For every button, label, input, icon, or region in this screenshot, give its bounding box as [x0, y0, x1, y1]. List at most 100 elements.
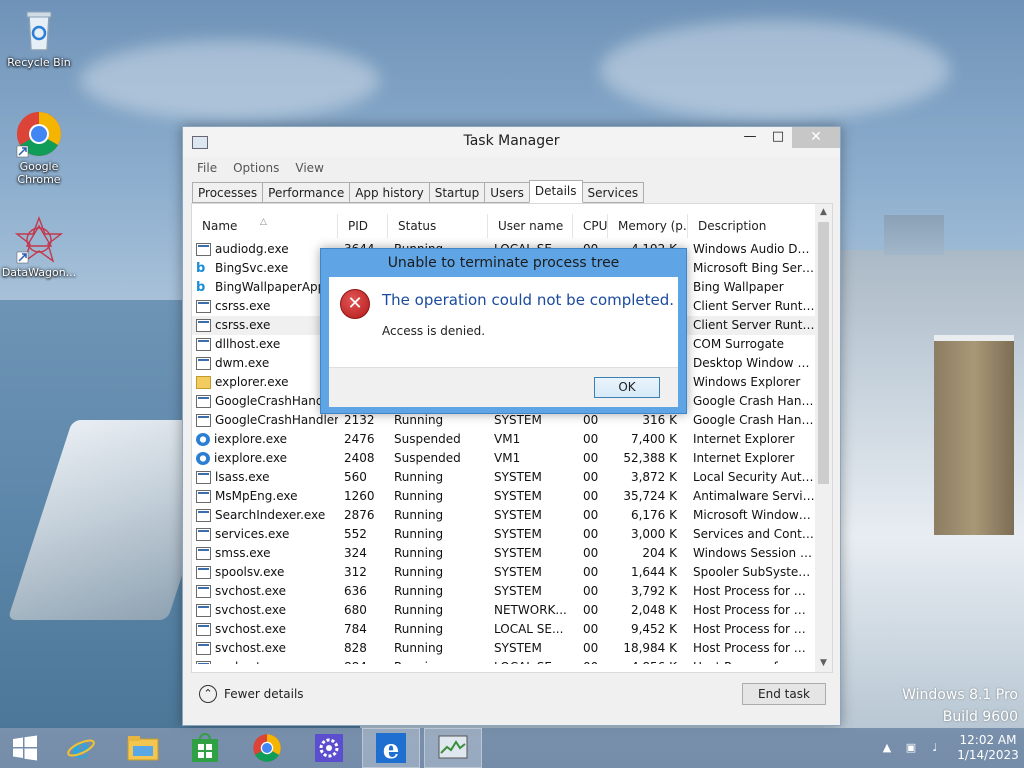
user-cell: VM1: [494, 451, 521, 465]
table-row[interactable]: lsass.exe 560 Running SYSTEM 00 3,872 K Local …: [192, 468, 818, 487]
table-row[interactable]: svchost.exe 680 Running NETWORK... 00 2,048 K…: [192, 601, 818, 620]
column-header-memory[interactable]: Memory (p...: [608, 214, 688, 238]
process-name-cell: services.exe: [192, 525, 338, 544]
table-row[interactable]: MsMpEng.exe 1260 Running SYSTEM 00 35,724 K An…: [192, 487, 818, 506]
ok-button[interactable]: OK: [594, 377, 660, 398]
taskbar: e e ▲ ▣ ♩ 12:02 AM 1/14/2023: [0, 728, 1024, 768]
tab-strip: Processes Performance App history Startu…: [192, 180, 645, 203]
windows-watermark: Windows 8.1 Pro Build 9600: [902, 684, 1018, 728]
end-task-button[interactable]: End task: [742, 683, 826, 705]
description-cell: Host Process for Wi...: [683, 658, 815, 664]
vertical-scrollbar[interactable]: ▲ ▼: [815, 204, 832, 672]
table-row[interactable]: svchost.exe 884RunningLOCAL SE...004,856 …: [192, 658, 818, 664]
process-generic-icon: [196, 490, 211, 503]
tab-startup[interactable]: Startup: [428, 182, 486, 203]
pid-cell: 636: [344, 584, 367, 598]
table-row[interactable]: svchost.exe 784 Running LOCAL SE... 00 9,452 …: [192, 620, 818, 639]
user-cell: SYSTEM: [494, 584, 542, 598]
description-cell: Microsoft Bing Servi...: [693, 261, 815, 275]
process-generic-icon: [196, 414, 211, 427]
process-generic-icon: [196, 623, 211, 636]
pid-cell: 312: [344, 565, 367, 579]
description-cell: Local Security Auth...: [693, 470, 815, 484]
column-header-description[interactable]: Description: [688, 214, 820, 238]
title-bar[interactable]: Task Manager — □ ✕: [183, 127, 840, 157]
menu-file[interactable]: File: [197, 161, 217, 175]
fewer-details-button[interactable]: ⌃ Fewer details: [199, 685, 304, 703]
table-row[interactable]: services.exe 552 Running SYSTEM 00 3,000 K Ser…: [192, 525, 818, 544]
watermark-build: Build 9600: [942, 709, 1018, 725]
pid-cell: 552: [344, 527, 367, 541]
table-row[interactable]: smss.exe 324 Running SYSTEM 00 204 K Windows S…: [192, 544, 818, 563]
maximize-button[interactable]: □: [764, 127, 792, 148]
show-hidden-icons-icon[interactable]: ▲: [880, 741, 894, 755]
tab-processes[interactable]: Processes: [192, 182, 264, 203]
scroll-down-arrow-icon[interactable]: ▼: [815, 655, 832, 672]
menu-view[interactable]: View: [295, 161, 323, 175]
network-icon[interactable]: ▣: [904, 741, 918, 755]
status-cell: Running: [394, 622, 444, 636]
scroll-up-arrow-icon[interactable]: ▲: [815, 204, 832, 221]
status-cell: Running: [394, 470, 444, 484]
description-cell: Windows Session M...: [693, 546, 815, 560]
volume-icon[interactable]: ♩: [928, 741, 942, 755]
internet-explorer-icon: e: [67, 733, 95, 763]
minimize-button[interactable]: —: [736, 127, 764, 148]
tab-details[interactable]: Details: [528, 180, 583, 203]
table-row[interactable]: iexplore.exe 2476 Suspended VM1 00 7,400 K Int…: [192, 430, 818, 449]
table-row[interactable]: iexplore.exe 2408 Suspended VM1 00 52,388 K In…: [192, 449, 818, 468]
taskbar-settings[interactable]: [300, 728, 358, 768]
description-cell: Client Server Runtim...: [693, 318, 815, 332]
column-header-status[interactable]: Status: [388, 214, 488, 238]
tab-users[interactable]: Users: [484, 182, 530, 203]
dialog-title[interactable]: Unable to terminate process tree: [321, 249, 686, 277]
windows-store-icon: [192, 733, 218, 762]
process-name: SearchIndexer.exe: [215, 508, 326, 522]
table-row[interactable]: spoolsv.exe 312 Running SYSTEM 00 1,644 K Spoo…: [192, 563, 818, 582]
taskbar-internet-explorer[interactable]: e: [52, 728, 110, 768]
description-cell: Antimalware Service...: [693, 489, 815, 503]
desktop-icon-recycle-bin[interactable]: Recycle Bin: [1, 6, 77, 69]
taskbar-internet-explorer-running[interactable]: e: [362, 728, 420, 768]
process-name-cell: csrss.exe: [192, 316, 338, 335]
column-header-name[interactable]: △ Name: [192, 214, 338, 238]
cpu-cell: 00: [583, 565, 599, 579]
tab-app-history[interactable]: App history: [349, 182, 430, 203]
user-cell: SYSTEM: [494, 641, 542, 655]
menu-options[interactable]: Options: [233, 161, 279, 175]
table-row[interactable]: svchost.exe 828 Running SYSTEM 00 18,984 K Hos…: [192, 639, 818, 658]
taskbar-task-manager[interactable]: [424, 728, 482, 768]
desktop-icon-label: Recycle Bin: [7, 56, 71, 69]
description-cell: Host Process for Wi...: [693, 622, 815, 636]
process-folder-icon: [196, 376, 211, 389]
desktop-icon-chrome[interactable]: Google Chrome: [1, 110, 77, 186]
column-header-row: △ Name PID Status User name CPU Memory (p…: [192, 214, 822, 238]
process-name-cell: svchost.exe: [192, 582, 338, 601]
close-button[interactable]: ✕: [792, 127, 840, 148]
tab-services[interactable]: Services: [581, 182, 645, 203]
tab-performance[interactable]: Performance: [262, 182, 351, 203]
taskbar-file-explorer[interactable]: [114, 728, 172, 768]
table-row[interactable]: svchost.exe 636 Running SYSTEM 00 3,792 K Host…: [192, 582, 818, 601]
start-button[interactable]: [0, 728, 50, 768]
table-row[interactable]: SearchIndexer.exe 2876 Running SYSTEM 00 6,17…: [192, 506, 818, 525]
dialog-message: The operation could not be completed.: [382, 291, 675, 309]
memory-cell: 2,048 K: [630, 603, 677, 617]
process-name-cell: svchost.exe: [192, 601, 338, 620]
column-header-pid[interactable]: PID: [338, 214, 388, 238]
pid-cell: 2876: [344, 508, 375, 522]
taskbar-windows-store[interactable]: [176, 728, 234, 768]
column-header-user-name[interactable]: User name: [488, 214, 573, 238]
description-cell: Internet Explorer: [693, 432, 795, 446]
status-cell: Running: [394, 641, 444, 655]
taskbar-chrome[interactable]: [238, 728, 296, 768]
pid-cell: 680: [344, 603, 367, 617]
process-name-cell: smss.exe: [192, 544, 338, 563]
scrollbar-thumb[interactable]: [818, 222, 829, 484]
description-cell: Services and Control...: [693, 527, 815, 541]
process-generic-icon: [196, 585, 211, 598]
column-header-cpu[interactable]: CPU: [573, 214, 608, 238]
clock[interactable]: 12:02 AM 1/14/2023: [952, 733, 1024, 763]
desktop-icon-datawagon[interactable]: DataWagon...: [1, 216, 77, 279]
dialog-footer: OK: [329, 367, 678, 407]
